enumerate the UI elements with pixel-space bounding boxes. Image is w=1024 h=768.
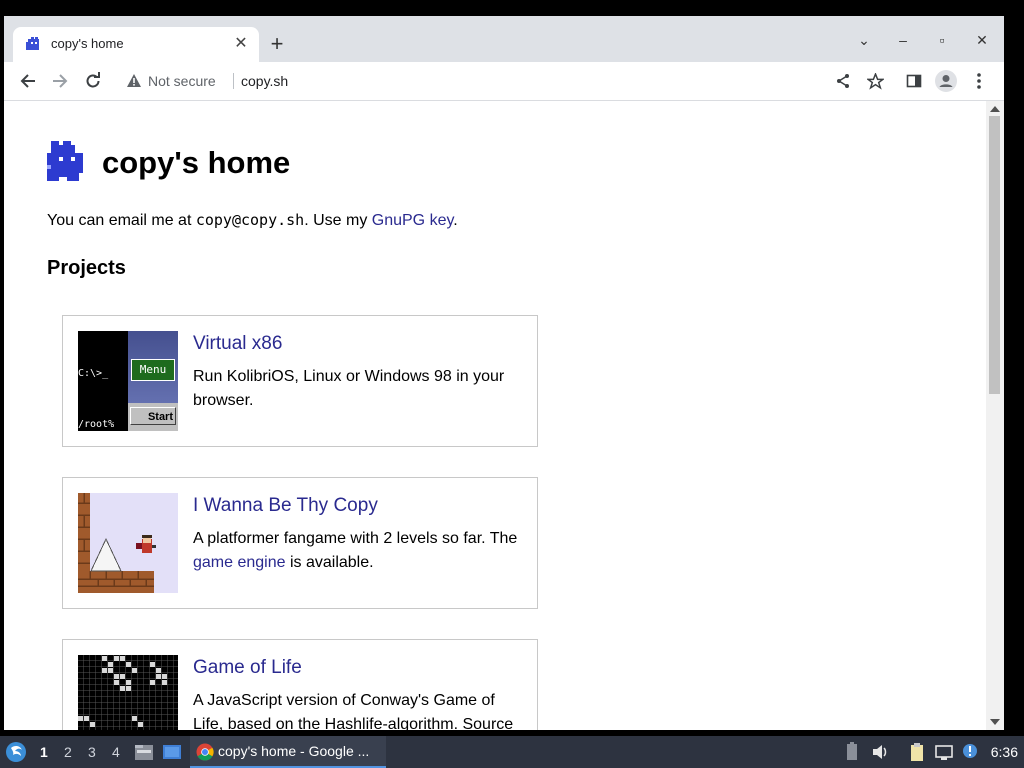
taskbar-window-title: copy's home - Google ... [218,743,370,759]
thumb-menu: Menu [131,359,175,381]
gpg-key-link[interactable]: GnuPG key [372,212,454,229]
project-card-virtual-x86[interactable]: C:\>_ /root% Menu Start Virtual x86 Run … [62,315,538,447]
tab-search-chevron-icon[interactable]: ⌄ [852,30,876,50]
scroll-thumb[interactable] [989,116,1000,394]
scroll-down-arrow-icon[interactable] [990,719,1000,725]
kebab-menu-icon [977,73,981,89]
page-scrollbar[interactable] [986,101,1004,730]
virtual-x86-thumbnail[interactable]: C:\>_ /root% Menu Start [78,331,178,431]
security-label[interactable]: Not secure [148,73,216,89]
email-mid: . Use my [304,212,372,229]
project-desc-i-wanna-be-thy-copy: A platformer fangame with 2 levels so fa… [193,527,523,575]
url-text[interactable]: copy.sh [241,73,288,89]
thumb-start: Start [130,407,176,425]
browser-window: copy's home ✕ + ⌄ – ▫ ✕ Not secure copy.… [4,16,1004,730]
volume-icon[interactable] [870,742,890,762]
desc-prefix: A platformer fangame with 2 levels so fa… [193,530,518,547]
project-card-game-of-life[interactable]: Game of Life A JavaScript version of Con… [62,639,538,730]
notification-icon[interactable] [961,742,981,762]
minimize-icon[interactable]: – [891,30,915,50]
project-desc-game-of-life: A JavaScript version of Conway's Game of… [193,692,514,730]
menu-button[interactable] [966,68,992,94]
desc-suffix: is available. [285,554,374,571]
chrome-icon [196,743,214,761]
scroll-up-arrow-icon[interactable] [990,106,1000,112]
share-button[interactable] [830,68,856,94]
network-icon[interactable] [934,742,954,762]
platformer-scene-icon [78,493,156,593]
tab-strip: copy's home ✕ + ⌄ – ▫ ✕ [4,16,1004,62]
thumb-prompt: C:\>_ [78,368,109,379]
browser-tab[interactable]: copy's home ✕ [13,27,259,62]
maximize-icon[interactable]: ▫ [930,30,954,50]
thumb-root: /root% [78,419,115,430]
start-menu-icon[interactable] [5,741,27,763]
reload-button[interactable] [80,68,106,94]
life-grid-icon [78,655,178,730]
warning-icon [127,74,141,87]
desktop-icon[interactable] [162,742,182,762]
share-icon [837,74,849,88]
back-button[interactable] [15,68,41,94]
site-logo-icon [47,141,83,181]
tab-close-icon[interactable]: ✕ [231,34,251,54]
forward-arrow-icon [53,74,68,88]
workspace-3[interactable]: 3 [88,744,96,760]
battery-icon[interactable] [842,742,862,762]
browser-toolbar: Not secure copy.sh [4,62,1004,101]
projects-heading: Projects [47,257,126,279]
profile-button[interactable] [933,68,959,94]
clock[interactable]: 6:36 [991,744,1018,760]
project-title-i-wanna-be-thy-copy[interactable]: I Wanna Be Thy Copy [193,495,378,517]
taskbar-chrome-window[interactable]: copy's home - Google ... [190,736,386,768]
favicon-icon [26,37,39,50]
side-panel-icon [906,74,922,88]
file-manager-icon[interactable] [134,742,154,762]
terminal-panel [78,331,128,431]
tab-title: copy's home [51,36,124,51]
os-taskbar: 1 2 3 4 copy's home - Google ... 6:36 [0,736,1024,768]
workspace-4[interactable]: 4 [112,744,120,760]
project-card-i-wanna-be-thy-copy[interactable]: I Wanna Be Thy Copy A platformer fangame… [62,477,538,609]
forward-button[interactable] [47,68,73,94]
email-address: copy@copy.sh [195,211,305,229]
page-content: copy's home You can email me at copy@cop… [4,101,986,730]
email-line: You can email me at copy@copy.sh. Use my… [47,211,458,230]
workspace-2[interactable]: 2 [64,744,72,760]
bookmark-button[interactable] [862,68,888,94]
workspace-1[interactable]: 1 [40,744,48,760]
profile-avatar-icon [935,70,957,92]
project-title-game-of-life[interactable]: Game of Life [193,657,302,679]
project-title-virtual-x86[interactable]: Virtual x86 [193,333,282,355]
page-title: copy's home [102,145,291,180]
star-icon [866,72,884,90]
new-tab-button[interactable]: + [266,33,288,56]
address-bar[interactable]: Not secure copy.sh [116,66,822,96]
reload-icon [86,72,100,88]
omnibox-divider [233,73,234,89]
email-prefix: You can email me at [47,212,196,229]
project-desc-virtual-x86: Run KolibriOS, Linux or Windows 98 in yo… [193,368,505,409]
side-panel-button[interactable] [901,68,927,94]
platformer-thumbnail[interactable] [78,493,178,593]
close-window-icon[interactable]: ✕ [970,30,994,50]
clipboard-icon[interactable] [907,742,927,762]
back-arrow-icon [20,74,35,88]
email-suffix: . [453,212,458,229]
game-engine-link[interactable]: game engine [193,554,286,571]
game-of-life-thumbnail[interactable] [78,655,178,730]
